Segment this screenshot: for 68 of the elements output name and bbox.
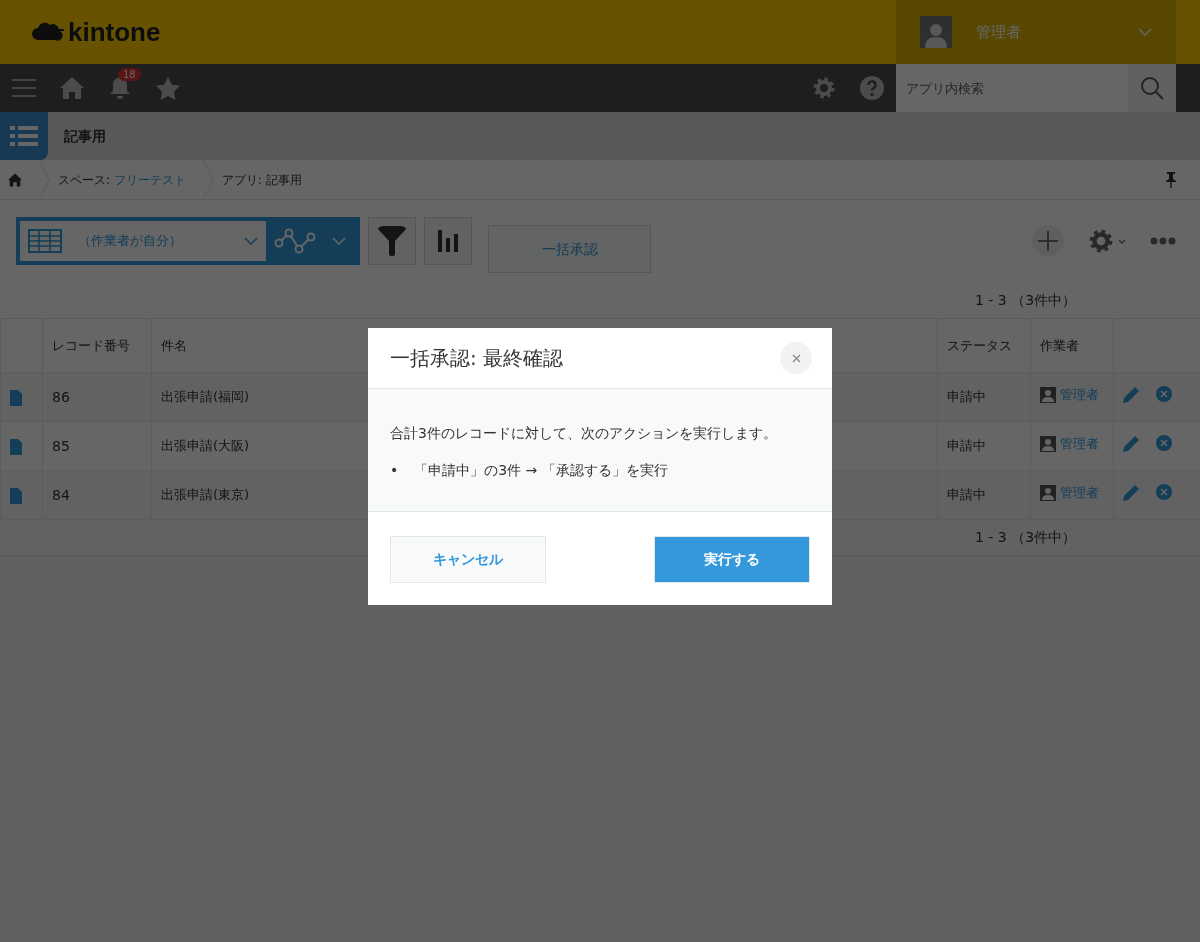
bell-icon[interactable] [109, 76, 131, 100]
table-cell: 84 [42, 470, 152, 520]
bar-chart-icon [438, 230, 458, 252]
user-link[interactable]: 管理者 [1060, 483, 1099, 503]
search-button[interactable] [1128, 64, 1176, 112]
chart-button[interactable] [424, 217, 472, 265]
graph-icon [274, 228, 316, 254]
menu-icon[interactable] [12, 78, 36, 98]
avatar-icon [920, 16, 952, 48]
document-icon[interactable] [10, 487, 22, 504]
search-field[interactable]: アプリ内検索 [896, 64, 1128, 112]
app-title: 記事用 [64, 126, 106, 146]
table-cell: 85 [42, 421, 152, 471]
table-cell: 86 [42, 372, 152, 422]
user-icon [1040, 387, 1056, 404]
chevron-down-icon [244, 237, 258, 245]
delete-icon[interactable] [1156, 386, 1172, 403]
chevron-down-icon[interactable] [1118, 238, 1126, 244]
table-cell: 申請中 [937, 372, 1031, 422]
home-icon[interactable] [8, 172, 22, 187]
execute-button[interactable]: 実行する [654, 536, 810, 583]
settings-icon[interactable] [1088, 228, 1114, 254]
bulk-approve-button[interactable]: 一括承認 [488, 225, 651, 273]
edit-icon[interactable] [1123, 483, 1140, 501]
pin-icon[interactable] [1166, 171, 1176, 188]
add-button[interactable] [1032, 225, 1064, 257]
view-selector[interactable]: （作業者が自分） [16, 217, 360, 265]
cancel-button[interactable]: キャンセル [390, 536, 546, 583]
breadcrumb-link[interactable]: フリーテスト [113, 172, 186, 187]
document-icon[interactable] [10, 389, 22, 406]
chevron-down-icon [332, 237, 346, 245]
filter-button[interactable] [368, 217, 416, 265]
settings-icon[interactable] [812, 76, 836, 100]
table-cell: 申請中 [937, 470, 1031, 520]
star-icon[interactable] [156, 76, 180, 100]
edit-icon[interactable] [1123, 434, 1140, 452]
record-count: 1 - 3 （3件中） [975, 528, 1077, 547]
user-link[interactable]: 管理者 [1060, 434, 1099, 454]
record-count: 1 - 3 （3件中） [975, 291, 1077, 310]
document-icon[interactable] [10, 438, 22, 455]
search-icon [1140, 76, 1164, 100]
notification-count: 18 [118, 68, 141, 81]
more-options-icon[interactable] [1150, 237, 1176, 245]
column-header[interactable]: ステータス [937, 318, 1031, 373]
edit-icon[interactable] [1123, 385, 1140, 403]
user-icon [1040, 485, 1056, 502]
logo-text: kintone [68, 15, 161, 49]
help-icon[interactable] [860, 76, 884, 100]
breadcrumb-item[interactable]: アプリ: 記事用 [221, 170, 302, 189]
user-link[interactable]: 管理者 [1060, 385, 1099, 405]
funnel-icon [378, 226, 406, 256]
home-icon[interactable] [60, 77, 84, 99]
dialog-title: 一括承認: 最終確認 [390, 345, 564, 372]
chevron-down-icon [1138, 28, 1152, 36]
delete-icon[interactable] [1156, 435, 1172, 452]
delete-icon[interactable] [1156, 484, 1172, 501]
column-header[interactable]: 作業者 [1030, 318, 1114, 373]
plus-icon [1038, 231, 1058, 251]
table-view-icon [28, 229, 62, 253]
user-icon [1040, 436, 1056, 453]
table-cell: 申請中 [937, 421, 1031, 471]
cloud-logo-icon [32, 20, 64, 44]
close-button[interactable] [780, 342, 812, 374]
user-menu[interactable]: 管理者 [896, 0, 1176, 64]
column-header[interactable]: レコード番号 [42, 318, 152, 373]
close-icon [791, 353, 801, 363]
dialog-message: 合計3件のレコードに対して、次のアクションを実行します。 [390, 424, 778, 443]
breadcrumb-label: スペース: [58, 172, 112, 187]
